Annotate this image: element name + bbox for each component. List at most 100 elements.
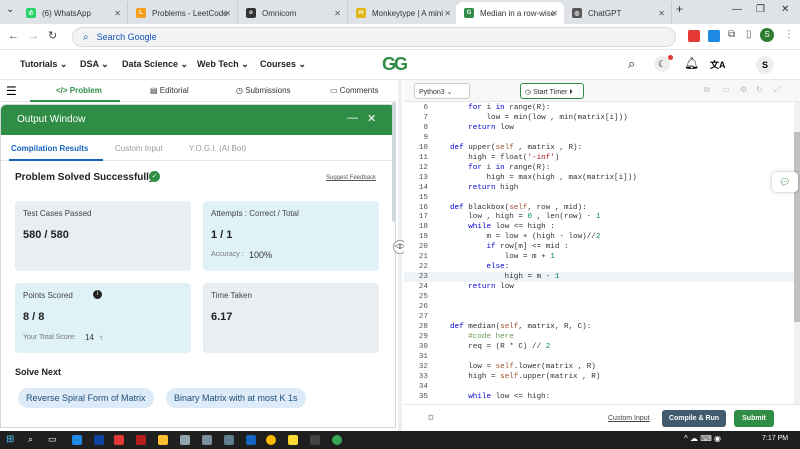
close-tab-icon[interactable]: ✕ <box>551 9 558 18</box>
app-icon[interactable] <box>180 435 190 445</box>
copy-icon[interactable]: ⧉ <box>704 85 710 95</box>
close-window-icon[interactable]: ✕ <box>781 4 789 15</box>
app-icon[interactable] <box>202 435 212 445</box>
minimize-window-icon[interactable]: — <box>732 4 742 15</box>
tab-yogi-ai-bot[interactable]: Y.O.G.I. (AI Bot) <box>189 144 246 153</box>
bell-icon[interactable]: 🔔︎ <box>684 56 699 70</box>
code-line[interactable]: #code here <box>450 333 514 341</box>
task-view-icon[interactable]: ▭ <box>48 434 57 445</box>
translate-icon[interactable]: 文A <box>710 58 726 71</box>
code-line[interactable]: low = min(low , min(matrix[i])) <box>450 114 627 122</box>
custom-input-link[interactable]: Custom Input <box>608 415 650 422</box>
menu-icon[interactable]: ☰ <box>6 84 17 98</box>
telegram-icon[interactable] <box>708 30 720 42</box>
tab-custom-input[interactable]: Custom Input <box>115 144 163 153</box>
code-line[interactable]: low = self.lower(matrix , R) <box>450 363 596 371</box>
sidebar-icon[interactable]: ▯ <box>746 29 752 40</box>
nav-courses[interactable]: Courses ⌄ <box>260 59 306 70</box>
clock[interactable]: 7:17 PM <box>762 435 788 442</box>
code-editor[interactable]: 6 for i in range(R): 7 low = min(low , mi… <box>404 102 794 404</box>
left-scrollbar[interactable] <box>392 102 396 222</box>
language-select[interactable]: Python3 ⌄ <box>414 83 470 99</box>
taskbar-search-icon[interactable]: ⌕ <box>28 434 33 445</box>
solve-next-chip[interactable]: Binary Matrix with at most K 1s <box>166 388 306 408</box>
restore-window-icon[interactable]: ❐ <box>756 4 765 15</box>
app-icon[interactable] <box>114 435 124 445</box>
user-avatar[interactable]: S <box>756 56 774 74</box>
reset-icon[interactable]: ↻ <box>756 85 763 94</box>
submit-button[interactable]: Submit <box>734 410 774 427</box>
tab-compilation-results[interactable]: Compilation Results <box>11 144 88 153</box>
code-line[interactable]: req = (R * C) // 2 <box>450 343 550 351</box>
suggest-feedback-link[interactable]: Suggest Feedback <box>326 175 376 181</box>
reload-icon[interactable]: ↻ <box>48 29 57 42</box>
close-tab-icon[interactable]: ✕ <box>658 9 665 18</box>
code-line[interactable]: for i in range(R): <box>450 104 550 112</box>
code-line[interactable]: low , high = 0 , len(row) - 1 <box>450 213 600 221</box>
start-timer-button[interactable]: ◷ Start Timer ⏵ <box>520 83 584 99</box>
tab-search-icon[interactable]: ⌄ <box>6 4 14 15</box>
app-icon[interactable] <box>224 435 234 445</box>
settings-icon[interactable]: ⚙ <box>740 85 747 94</box>
forward-icon[interactable]: → <box>28 30 39 42</box>
code-line[interactable]: if row[m] <= mid : <box>450 243 568 251</box>
extension-icon[interactable] <box>688 30 700 42</box>
nav-data-science[interactable]: Data Science ⌄ <box>122 59 188 70</box>
tab-editorial[interactable]: ▤ Editorial <box>150 86 189 95</box>
code-line[interactable]: return low <box>450 283 514 291</box>
close-tab-icon[interactable]: ✕ <box>334 9 341 18</box>
code-line[interactable]: def upper(self , matrix , R): <box>450 144 582 152</box>
nav-dsa[interactable]: DSA ⌄ <box>80 59 109 70</box>
browser-tab-whatsapp[interactable]: ✆ (6) WhatsApp ✕ <box>18 2 128 24</box>
system-tray-icons[interactable]: ^ ☁ ⌨ ◉ <box>684 434 721 443</box>
code-line[interactable]: high = m - 1 <box>450 273 560 281</box>
tab-submissions[interactable]: ◷ Submissions <box>236 86 291 95</box>
chrome-profile-icon[interactable] <box>332 435 342 445</box>
fullscreen-icon[interactable]: ⤢ <box>774 85 780 95</box>
browser-tab-monkeytype[interactable]: m Monkeytype | A mini ✕ <box>348 2 458 24</box>
solve-next-chip[interactable]: Reverse Spiral Form of Matrix <box>18 388 154 408</box>
tab-comments[interactable]: ▭ Comments <box>330 86 378 95</box>
close-tab-icon[interactable]: ✕ <box>444 9 451 18</box>
nav-tutorials[interactable]: Tutorials ⌄ <box>20 59 67 70</box>
file-explorer-icon[interactable] <box>288 435 298 445</box>
close-tab-icon[interactable]: ✕ <box>224 9 231 18</box>
chrome-icon[interactable] <box>266 435 276 445</box>
back-icon[interactable]: ← <box>8 30 19 42</box>
nav-web-tech[interactable]: Web Tech ⌄ <box>197 59 249 70</box>
close-button[interactable]: ✕ <box>367 112 376 125</box>
close-tab-icon[interactable]: ✕ <box>114 9 121 18</box>
info-icon[interactable]: i <box>93 290 102 299</box>
windows-start-icon[interactable]: ⊞ <box>6 434 14 445</box>
code-line[interactable]: while low <= high: <box>450 393 550 401</box>
code-line[interactable]: low = m + 1 <box>450 253 555 261</box>
paste-icon[interactable]: ▭ <box>722 85 730 94</box>
edge-icon[interactable] <box>72 435 82 445</box>
compile-run-button[interactable]: Compile & Run <box>662 410 726 427</box>
browser-tab-omnicom[interactable]: o Omnicom ✕ <box>238 2 348 24</box>
code-line[interactable]: high = max(high , max(matrix[i])) <box>450 174 636 182</box>
code-line[interactable]: else: <box>450 263 509 271</box>
code-line[interactable]: high = self.upper(matrix , R) <box>450 373 600 381</box>
code-line[interactable]: m = low + (high - low)//2 <box>450 233 600 241</box>
browser-tab-gfg-active[interactable]: G Median in a row-wise ✕ <box>456 2 564 24</box>
code-line[interactable]: def blackbox(self, row , mid): <box>450 204 587 212</box>
bulb-icon[interactable]: ☼ <box>426 411 436 423</box>
new-tab-button[interactable]: + <box>676 2 683 16</box>
gfg-logo[interactable]: GG <box>382 54 408 75</box>
app-icon[interactable] <box>310 435 320 445</box>
app-icon[interactable] <box>136 435 146 445</box>
profile-avatar[interactable]: S <box>760 28 774 42</box>
minimize-button[interactable]: — <box>347 112 358 124</box>
edge-browser-icon[interactable] <box>94 435 104 445</box>
code-line[interactable]: def median(self, matrix, R, C): <box>450 323 591 331</box>
code-line[interactable]: return low <box>450 124 514 132</box>
browser-tab-chatgpt[interactable]: ◎ ChatGPT ✕ <box>564 2 672 24</box>
code-line[interactable]: while low <= high : <box>450 223 555 231</box>
editor-scrollbar[interactable] <box>794 102 800 404</box>
pane-splitter[interactable] <box>398 80 402 432</box>
tab-problem[interactable]: </> Problem <box>56 86 102 95</box>
code-line[interactable]: for i in range(R): <box>450 164 550 172</box>
code-line[interactable]: high = float('-inf') <box>450 154 559 162</box>
search-icon[interactable]: ⌕ <box>628 56 635 72</box>
